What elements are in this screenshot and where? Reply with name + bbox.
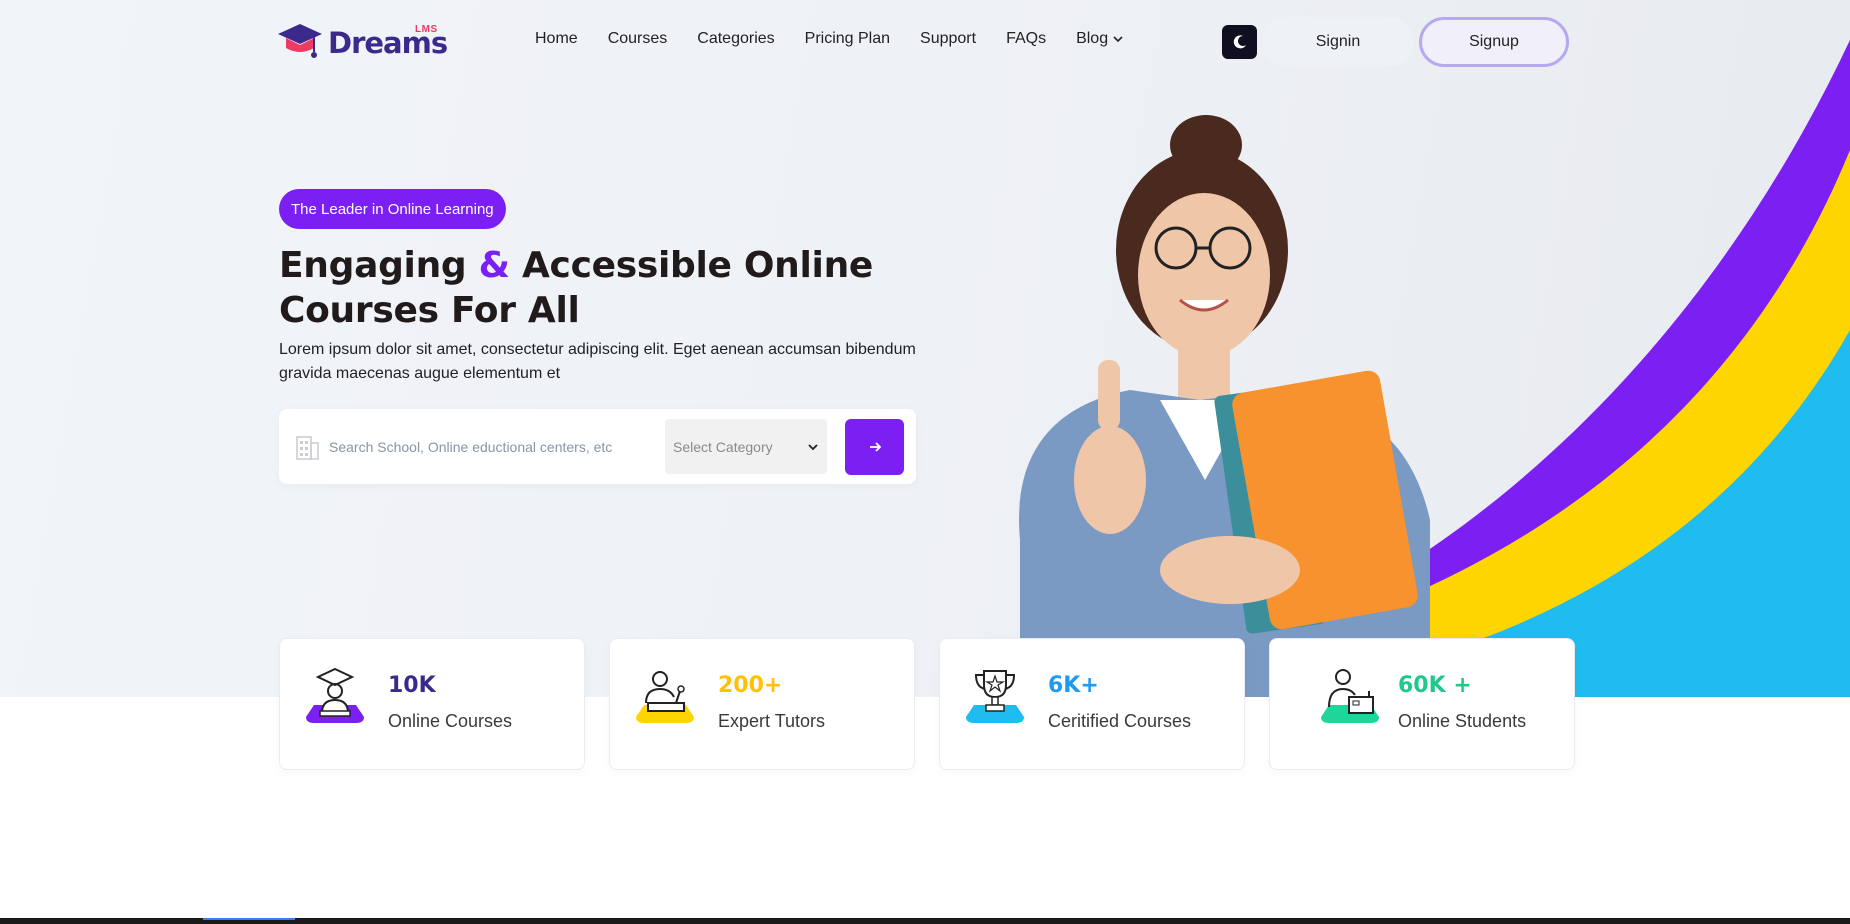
nav-label: Home [535, 30, 578, 47]
nav-label: FAQs [1006, 30, 1047, 47]
stat-value: 200+ [718, 673, 783, 698]
theme-toggle-button[interactable] [1222, 25, 1257, 59]
trophy-icon [966, 670, 1024, 723]
nav-label: Blog [1076, 30, 1109, 47]
student-hero-illustration [1019, 115, 1430, 697]
moon-icon [1233, 35, 1246, 49]
signin-button[interactable]: Signin [1263, 17, 1413, 67]
nav-label: Support [920, 30, 977, 47]
stat-card-online-students: 60K + Online Students [1269, 638, 1575, 770]
graduation-cap-icon [278, 24, 322, 58]
hero-waves-decoration [1100, 0, 1850, 697]
nav-label: Categories [697, 30, 775, 47]
stat-label: Expert Tutors [718, 711, 826, 731]
nav-item-categories[interactable]: Categories [697, 30, 774, 48]
hero-headline: Engaging & Accessible Online Courses For… [279, 243, 919, 333]
stat-label: Ceritified Courses [1048, 711, 1192, 731]
graduate-icon [306, 667, 364, 723]
hero-badge: The Leader in Online Learning [279, 189, 506, 229]
stat-label: Online Students [1398, 711, 1527, 731]
scroll-indicator [203, 918, 295, 920]
chevron-down-icon [808, 443, 818, 450]
nav-item-home[interactable]: Home [535, 30, 578, 48]
brand-tag: LMS [415, 24, 438, 35]
headline-part-1: Engaging [279, 245, 479, 286]
nav-label: Pricing Plan [804, 30, 891, 47]
stat-label: Online Courses [388, 711, 513, 731]
search-input[interactable] [329, 429, 639, 465]
search-submit-button[interactable] [845, 419, 904, 475]
signup-button[interactable]: Signup [1419, 17, 1569, 67]
stat-value: 60K + [1398, 673, 1472, 698]
nav-item-faqs[interactable]: FAQs [1006, 30, 1046, 48]
stat-value: 6K+ [1048, 673, 1099, 698]
stat-card-expert-tutors: 200+ Expert Tutors [609, 638, 915, 770]
search-bar: Select Category [279, 409, 916, 484]
student-icon [1321, 669, 1379, 723]
building-icon [296, 436, 319, 460]
category-selected: Select Category [673, 438, 773, 455]
nav-item-support[interactable]: Support [920, 30, 976, 48]
nav-item-pricing-plan[interactable]: Pricing Plan [805, 30, 890, 48]
main-nav: Home Courses Categories Pricing Plan Sup… [535, 30, 1154, 48]
stat-card-online-courses: 10K Online Courses [279, 638, 585, 770]
hero-subtext: Lorem ipsum dolor sit amet, consectetur … [279, 341, 916, 382]
arrow-right-icon [869, 442, 881, 452]
nav-item-courses[interactable]: Courses [608, 30, 668, 48]
nav-label: Courses [607, 30, 668, 47]
nav-item-blog[interactable]: Blog [1076, 30, 1124, 48]
stat-card-certified-courses: 6K+ Ceritified Courses [939, 638, 1245, 770]
chevron-down-icon [1113, 36, 1123, 43]
category-select[interactable]: Select Category [665, 419, 827, 474]
bottom-scroll-bar [0, 918, 1850, 924]
headline-ampersand: & [478, 245, 510, 286]
stat-value: 10K [388, 673, 436, 698]
hero-section [0, 0, 1850, 697]
tutor-icon [636, 671, 694, 723]
